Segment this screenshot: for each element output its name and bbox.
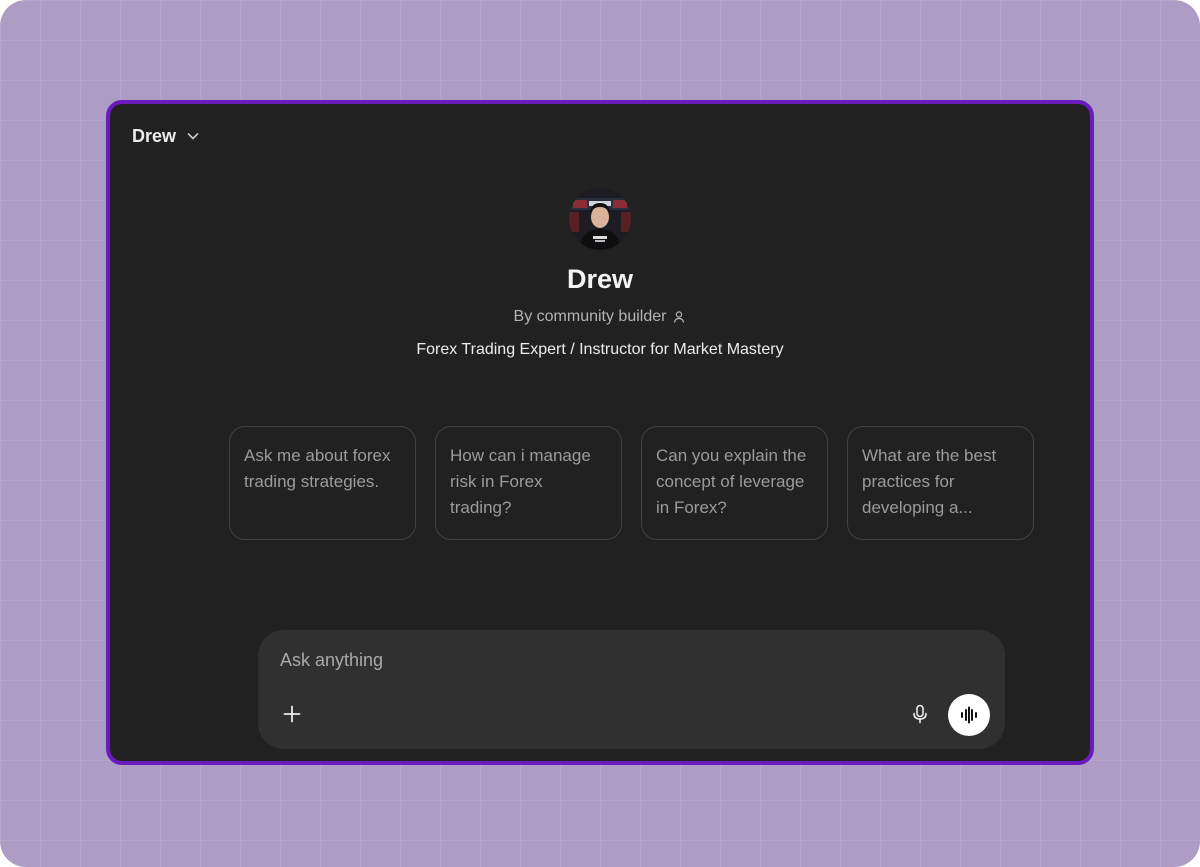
- model-name: Drew: [132, 125, 177, 146]
- plus-icon: [282, 704, 302, 724]
- starter-card[interactable]: Ask me about forex trading strategies.: [229, 426, 416, 540]
- starter-text: Can you explain the concept of leverage …: [656, 446, 807, 517]
- microphone-icon: [911, 704, 929, 724]
- byline-text: By community builder: [513, 308, 667, 325]
- starter-text: Ask me about forex trading strategies.: [244, 446, 391, 491]
- chevron-down-icon: [186, 129, 200, 143]
- conversation-starters: Ask me about forex trading strategies. H…: [229, 426, 1034, 540]
- voice-wave-icon: [959, 706, 979, 724]
- chat-window: Drew Drew By community builder Forex Tra…: [106, 100, 1094, 765]
- dictate-button[interactable]: [906, 700, 934, 728]
- starter-card[interactable]: What are the best practices for developi…: [847, 426, 1034, 540]
- byline[interactable]: By community builder: [514, 308, 687, 326]
- attach-button[interactable]: [278, 700, 306, 728]
- gpt-title: Drew: [566, 264, 634, 294]
- gpt-profile: Drew By community builder Forex Trading …: [110, 188, 1090, 359]
- composer: [258, 630, 1005, 749]
- gpt-description: Forex Trading Expert / Instructor for Ma…: [416, 341, 784, 358]
- avatar: [569, 188, 631, 250]
- starter-card[interactable]: How can i manage risk in Forex trading?: [435, 426, 622, 540]
- starter-text: What are the best practices for developi…: [862, 446, 997, 517]
- voice-mode-button[interactable]: [948, 694, 990, 736]
- starter-text: How can i manage risk in Forex trading?: [450, 446, 591, 517]
- prompt-input[interactable]: [280, 650, 880, 671]
- backdrop: Drew Drew By community builder Forex Tra…: [0, 0, 1200, 867]
- person-icon: [672, 310, 686, 324]
- starter-card[interactable]: Can you explain the concept of leverage …: [641, 426, 828, 540]
- model-switcher[interactable]: Drew: [132, 124, 200, 148]
